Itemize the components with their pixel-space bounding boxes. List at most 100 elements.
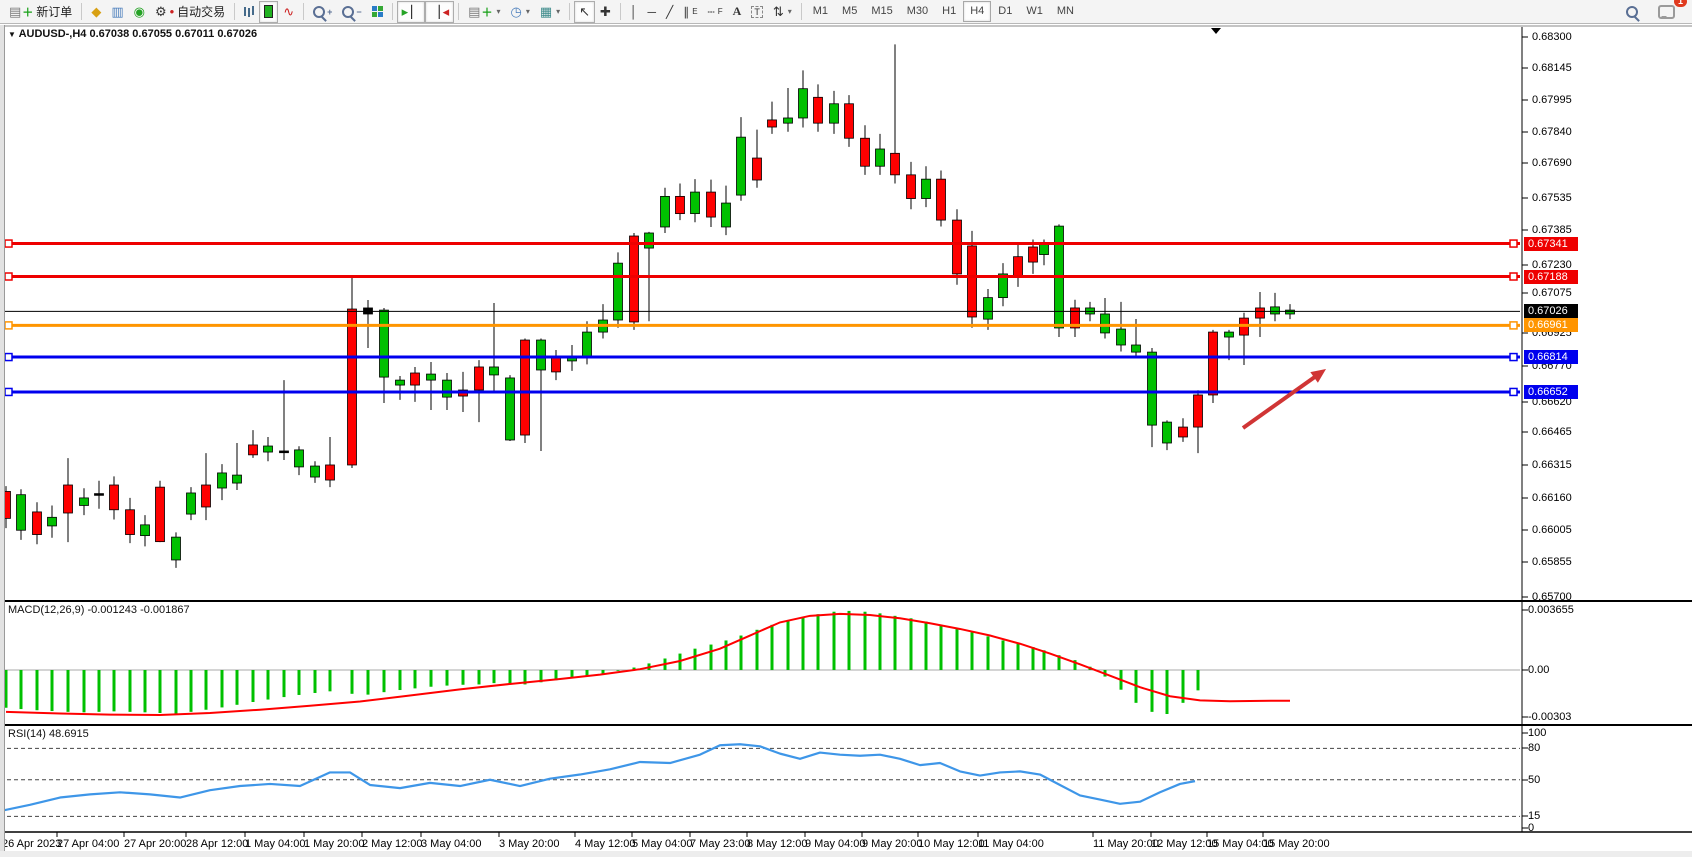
autoscroll-button[interactable]: ▸▏ bbox=[397, 1, 426, 23]
candle bbox=[968, 246, 977, 317]
time-axis-label: 28 Apr 12:00 bbox=[186, 838, 248, 851]
fibonacci-sub: F bbox=[718, 7, 723, 16]
time-axis-label: 1 May 04:00 bbox=[245, 838, 306, 851]
price-axis-label: 0.67840 bbox=[1532, 126, 1572, 139]
symbol-dropdown-icon[interactable]: ▼ bbox=[8, 30, 16, 39]
candle bbox=[295, 450, 304, 467]
price-line-label: 0.67188 bbox=[1524, 270, 1578, 284]
line-handle[interactable] bbox=[5, 240, 12, 247]
separator bbox=[392, 3, 393, 20]
candle bbox=[475, 367, 484, 390]
channel-button[interactable]: ∥E bbox=[678, 1, 702, 23]
bar-chart-button[interactable] bbox=[239, 1, 259, 23]
candle bbox=[1271, 307, 1280, 314]
candle bbox=[1029, 247, 1038, 262]
tile-windows-button[interactable] bbox=[367, 1, 388, 23]
tab-timeframe-M1[interactable]: M1 bbox=[806, 1, 835, 22]
separator bbox=[303, 3, 304, 20]
separator bbox=[234, 3, 235, 20]
candle bbox=[233, 475, 242, 483]
chart-plot-area[interactable] bbox=[0, 25, 1692, 857]
vertical-line-button[interactable]: │ bbox=[625, 1, 643, 23]
candle bbox=[443, 380, 452, 397]
candle bbox=[583, 332, 592, 357]
horizontal-line-button[interactable]: ─ bbox=[642, 1, 661, 23]
notifications-button[interactable]: 1 bbox=[1653, 1, 1680, 23]
candle bbox=[537, 340, 546, 370]
price-axis-label: 0.67995 bbox=[1532, 94, 1572, 107]
tab-timeframe-D1[interactable]: D1 bbox=[991, 1, 1019, 22]
candlestick-chart-button[interactable] bbox=[259, 1, 278, 23]
gold-badge-button[interactable]: ◆ bbox=[86, 1, 106, 23]
candle bbox=[845, 104, 854, 138]
blue-page-button[interactable]: ▥ bbox=[106, 1, 128, 23]
price-axis-label: 0.65700 bbox=[1532, 591, 1572, 604]
templates-button[interactable]: ▦▾ bbox=[535, 1, 565, 23]
fibonacci-button[interactable]: ┄F bbox=[703, 1, 728, 23]
new-order-button[interactable]: ▤＋ 新订单 bbox=[4, 1, 77, 23]
rsi-axis-label: 80 bbox=[1528, 742, 1540, 755]
line-handle[interactable] bbox=[1510, 240, 1517, 247]
tab-timeframe-H1[interactable]: H1 bbox=[935, 1, 963, 22]
separator bbox=[620, 3, 621, 20]
tab-timeframe-M15[interactable]: M15 bbox=[864, 1, 899, 22]
text-button[interactable]: A bbox=[728, 1, 747, 23]
separator bbox=[569, 3, 570, 20]
candle bbox=[661, 196, 670, 227]
trendline-button[interactable]: ╱ bbox=[661, 1, 678, 23]
line-handle[interactable] bbox=[5, 273, 12, 280]
plus-icon: ＋ bbox=[481, 4, 492, 20]
bar-glyph: ▕ bbox=[430, 5, 439, 19]
signals-button[interactable]: ◉ bbox=[129, 1, 150, 23]
line-handle[interactable] bbox=[5, 322, 12, 329]
zoom-out-button[interactable]: − bbox=[337, 1, 366, 23]
zoom-in-button[interactable]: + bbox=[308, 1, 337, 23]
minus-sign: − bbox=[356, 7, 361, 17]
line-handle[interactable] bbox=[5, 354, 12, 361]
price-axis-label: 0.66160 bbox=[1532, 492, 1572, 505]
time-axis-label: 3 May 20:00 bbox=[499, 838, 560, 851]
chart-shift-button[interactable]: ▕◂ bbox=[425, 1, 454, 23]
trend-arrow-shaft[interactable] bbox=[1243, 374, 1319, 428]
candle bbox=[753, 158, 762, 180]
tab-timeframe-MN[interactable]: MN bbox=[1050, 1, 1081, 22]
price-axis-label: 0.66005 bbox=[1532, 524, 1572, 537]
candle bbox=[707, 192, 716, 217]
blue-page-icon: ▥ bbox=[111, 5, 123, 18]
line-chart-button[interactable]: ∿ bbox=[278, 1, 299, 23]
indicators-button[interactable]: ▤＋▾ bbox=[463, 1, 505, 23]
time-axis-label: 8 May 12:00 bbox=[747, 838, 808, 851]
candle bbox=[80, 498, 89, 506]
periods-button[interactable]: ◷▾ bbox=[505, 1, 534, 23]
price-axis-label: 0.67535 bbox=[1532, 192, 1572, 205]
chart-region[interactable]: ▼ AUDUSD-,H4 0.67038 0.67055 0.67011 0.6… bbox=[0, 25, 1692, 857]
arrows-button[interactable]: ⇅▾ bbox=[768, 1, 797, 23]
zoom-out-icon bbox=[342, 6, 354, 18]
candle bbox=[521, 340, 530, 435]
template-icon: ▦ bbox=[540, 5, 552, 18]
candle bbox=[490, 367, 499, 375]
line-handle[interactable] bbox=[5, 388, 12, 395]
line-handle[interactable] bbox=[1510, 388, 1517, 395]
time-axis-label: 5 May 04:00 bbox=[632, 838, 693, 851]
line-handle[interactable] bbox=[1510, 273, 1517, 280]
text-label-button[interactable]: T bbox=[746, 1, 768, 23]
search-button[interactable] bbox=[1621, 1, 1643, 23]
line-handle[interactable] bbox=[1510, 322, 1517, 329]
crosshair-button[interactable]: ✚ bbox=[595, 1, 616, 23]
tab-timeframe-M5[interactable]: M5 bbox=[835, 1, 864, 22]
autotrading-button[interactable]: ⚙• 自动交易 bbox=[150, 1, 230, 23]
arrows-icon: ⇅ bbox=[773, 5, 784, 18]
tab-timeframe-H4[interactable]: H4 bbox=[963, 1, 991, 22]
cursor-button[interactable]: ↖ bbox=[574, 1, 595, 23]
window-bottom-edge bbox=[0, 851, 1692, 857]
time-axis-label: 27 Apr 04:00 bbox=[57, 838, 119, 851]
tab-timeframe-W1[interactable]: W1 bbox=[1019, 1, 1050, 22]
tab-timeframe-M30[interactable]: M30 bbox=[900, 1, 935, 22]
time-axis-label: 9 May 20:00 bbox=[862, 838, 923, 851]
candle bbox=[348, 309, 357, 465]
candle bbox=[126, 510, 135, 535]
line-handle[interactable] bbox=[1510, 354, 1517, 361]
bar-chart-icon bbox=[244, 7, 246, 16]
plus-sign: + bbox=[327, 7, 332, 17]
